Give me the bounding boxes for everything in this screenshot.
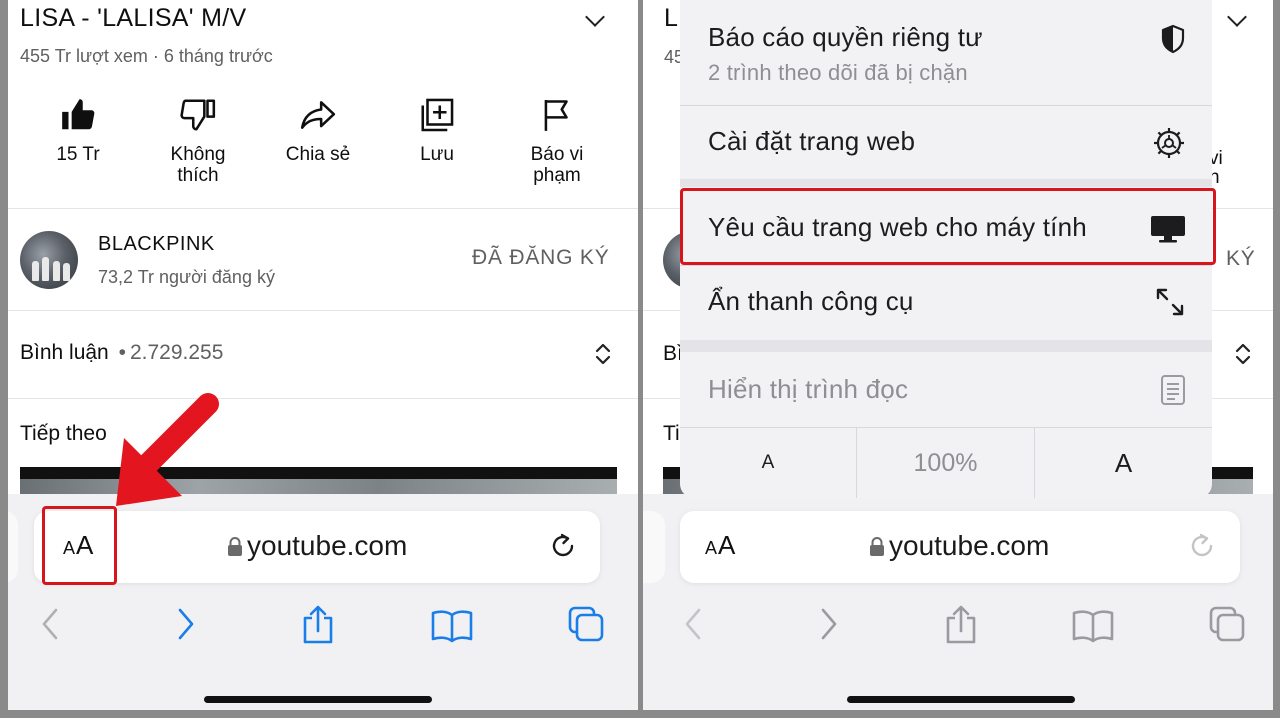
show-reader-item[interactable]: Hiển thị trình đọc (680, 352, 1212, 427)
previous-tab-edge[interactable] (8, 511, 18, 583)
comments-label: Bình luận (20, 341, 109, 364)
share-icon[interactable] (300, 604, 336, 646)
like-button[interactable]: 15 Tr (23, 96, 133, 165)
home-indicator (847, 696, 1075, 703)
like-count: 15 Tr (56, 144, 100, 165)
flag-icon (544, 99, 568, 131)
expand-description-chevron-icon[interactable] (585, 7, 605, 27)
website-settings-label: Cài đặt trang web (708, 126, 916, 156)
subscriber-count: 73,2 Tr người đăng ký (98, 267, 275, 287)
comments-separator: • (118, 341, 126, 364)
dislike-label-line2: thích (177, 165, 219, 186)
video-title-fragment: L (664, 4, 679, 32)
hide-toolbar-label: Ẩn thanh công cụ (708, 286, 914, 316)
up-next-label: Tiếp theo (20, 422, 107, 445)
red-arrow-annotation (116, 393, 219, 506)
thumbs-up-icon (62, 99, 95, 130)
report-button[interactable]: Báo vi phạm (502, 96, 612, 186)
menu-group-gap (680, 179, 1212, 187)
tabs-icon[interactable] (1207, 604, 1247, 644)
report-label-line1: Báo vi (530, 144, 584, 165)
bookmarks-icon[interactable] (1071, 608, 1115, 644)
url-domain[interactable]: youtube.com (889, 530, 1049, 562)
privacy-report-subtitle: 2 trình theo dõi đã bị chặn (708, 60, 968, 85)
back-icon[interactable] (681, 604, 705, 644)
dislike-button[interactable]: Không thích (143, 96, 253, 186)
expand-arrows-icon (1156, 288, 1184, 316)
menu-group-gap (680, 340, 1212, 352)
subscribed-button[interactable]: ĐÃ ĐĂNG KÝ (472, 246, 610, 270)
share-button[interactable]: Chia sẻ (263, 96, 373, 165)
save-button[interactable]: Lưu (382, 96, 492, 165)
share-icon[interactable] (943, 604, 979, 646)
video-title: LISA - 'LALISA' M/V (20, 4, 247, 32)
dislike-label-line1: Không (170, 144, 226, 165)
privacy-report-label: Báo cáo quyền riêng tư (708, 22, 983, 52)
divider (8, 208, 638, 209)
subscribed-fragment: KÝ (1226, 247, 1256, 270)
request-desktop-highlight (680, 188, 1216, 265)
up-next-fragment: Ti (663, 422, 680, 445)
save-label: Lưu (420, 144, 454, 165)
report-label-line2: phạm (533, 165, 581, 186)
tabs-icon[interactable] (566, 604, 606, 644)
previous-tab-edge[interactable] (643, 511, 665, 583)
comments-row[interactable]: Bình luận • 2.729.255 (20, 341, 223, 365)
back-icon[interactable] (38, 604, 62, 644)
website-settings-item[interactable]: Cài đặt trang web (680, 106, 1212, 179)
reload-icon[interactable] (548, 531, 578, 561)
home-indicator (204, 696, 432, 703)
expand-comments-icon[interactable] (593, 340, 613, 368)
forward-icon[interactable] (817, 604, 841, 644)
lock-icon (870, 537, 884, 556)
bookmarks-icon[interactable] (430, 608, 474, 644)
reader-icon (1161, 375, 1185, 405)
save-playlist-icon (421, 98, 454, 132)
expand-comments-icon[interactable] (1233, 340, 1253, 368)
privacy-report-item[interactable]: Báo cáo quyền riêng tư 2 trình theo dõi … (680, 0, 1212, 105)
channel-name[interactable]: BLACKPINK (98, 233, 215, 256)
share-icon (300, 101, 336, 129)
share-label: Chia sẻ (285, 144, 351, 165)
comments-count: 2.729.255 (129, 341, 224, 364)
thumbs-down-icon (180, 99, 216, 131)
lock-icon (228, 537, 242, 556)
increase-font-button[interactable]: A (1035, 428, 1212, 498)
channel-avatar[interactable] (20, 231, 78, 289)
hide-toolbar-item[interactable]: Ẩn thanh công cụ (680, 266, 1212, 340)
divider (8, 310, 638, 311)
right-screenshot: L 45 vi n KÝ Bì Ti AA youtube.com Báo cá… (643, 0, 1273, 710)
text-size-highlight (42, 506, 117, 585)
gear-icon (1154, 128, 1184, 158)
expand-description-chevron-icon[interactable] (1227, 7, 1247, 27)
left-screenshot: LISA - 'LALISA' M/V 455 Tr lượt xem · 6 … (8, 0, 638, 710)
video-meta: 455 Tr lượt xem · 6 tháng trước (20, 46, 273, 66)
decrease-font-button[interactable]: A (680, 428, 856, 498)
url-domain[interactable]: youtube.com (247, 530, 407, 562)
forward-icon[interactable] (174, 604, 198, 644)
text-size-button[interactable]: AA (705, 530, 736, 561)
show-reader-label: Hiển thị trình đọc (708, 374, 909, 404)
zoom-level[interactable]: 100% (857, 428, 1034, 498)
reload-icon[interactable] (1187, 531, 1217, 561)
shield-icon (1161, 24, 1185, 54)
